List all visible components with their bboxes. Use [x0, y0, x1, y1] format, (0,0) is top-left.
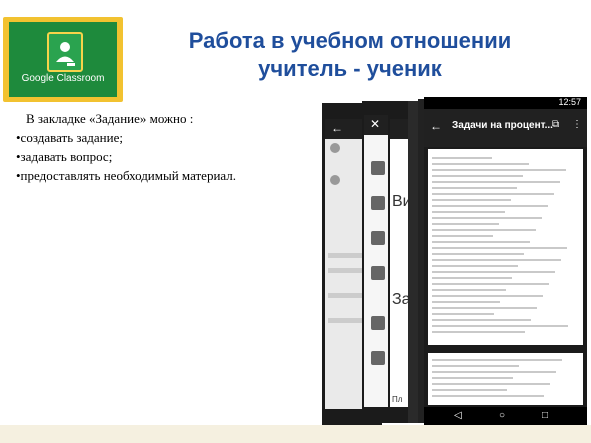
doc-line: [432, 181, 560, 183]
side-label: Пл: [392, 395, 403, 404]
doc-line: [432, 295, 543, 297]
bullet-item: •задавать вопрос;: [16, 149, 113, 164]
more-icon[interactable]: ⋮: [572, 119, 582, 130]
logo-background: Google Classroom: [9, 22, 117, 97]
doc-line: [432, 271, 555, 273]
phone-screenshot-front: 12:57 ← Задачи на процент... ⧉ ⋮ ◁ ○ □: [424, 97, 587, 425]
open-external-icon[interactable]: ⧉: [552, 119, 559, 130]
doc-line: [432, 235, 493, 237]
doc-line: [432, 277, 512, 279]
doc-line: [432, 157, 492, 159]
question-icon: [371, 196, 385, 210]
doc-line: [432, 199, 511, 201]
doc-line: [432, 289, 506, 291]
doc-line: [432, 265, 518, 267]
title-line-2: учитель - ученик: [258, 56, 442, 81]
top-band: [0, 0, 591, 16]
doc-line: [432, 211, 505, 213]
bullet-item: •создавать задание;: [16, 130, 123, 145]
topic-icon: [371, 316, 385, 330]
material-icon: [371, 231, 385, 245]
doc-line: [432, 371, 556, 373]
assignment-icon: [371, 161, 385, 175]
doc-line: [432, 205, 548, 207]
doc-line: [432, 301, 500, 303]
doc-line: [432, 377, 513, 379]
logo-text: Google Classroom: [21, 73, 105, 84]
nav-bar: ◁ ○ □: [424, 407, 587, 425]
doc-line: [432, 193, 554, 195]
doc-line: [432, 253, 524, 255]
body-heading: В закладке «Задание» можно :: [26, 111, 194, 126]
doc-line: [432, 175, 523, 177]
body-text: В закладке «Задание» можно : •создавать …: [16, 109, 236, 185]
doc-line: [432, 163, 529, 165]
app-header: ← Задачи на процент... ⧉ ⋮: [424, 109, 587, 147]
title-line-1: Работа в учебном отношении: [188, 28, 512, 53]
doc-line: [432, 283, 549, 285]
doc-line: [432, 313, 494, 315]
reuse-icon: [371, 266, 385, 280]
recents-nav-icon[interactable]: □: [542, 410, 548, 421]
bullet-item: •предоставлять необходимый материал.: [16, 168, 237, 183]
status-bar: 12:57: [424, 97, 587, 109]
slide-title: Работа в учебном отношении учитель - уче…: [150, 27, 550, 83]
doc-line: [432, 359, 562, 361]
classroom-icon: [47, 32, 83, 72]
doc-line: [432, 247, 567, 249]
doc-line: [432, 383, 550, 385]
doc-line: [432, 331, 525, 333]
doc-line: [432, 229, 536, 231]
phone-screenshots: ← ✕ Вид Зад Пл 12:57 ← Задачи на процент…: [322, 97, 587, 425]
doc-line: [432, 389, 507, 391]
status-time: 12:57: [558, 97, 581, 107]
doc-line: [432, 319, 531, 321]
home-nav-icon[interactable]: ○: [499, 410, 505, 421]
doc-line: [432, 217, 542, 219]
doc-line: [432, 325, 568, 327]
post-icon: [371, 351, 385, 365]
doc-line: [432, 365, 519, 367]
doc-line: [432, 395, 544, 397]
bottom-band: [0, 425, 591, 443]
doc-line: [432, 187, 517, 189]
doc-line: [432, 307, 537, 309]
doc-line: [432, 169, 566, 171]
back-nav-icon[interactable]: ◁: [454, 410, 462, 421]
doc-line: [432, 223, 499, 225]
google-classroom-logo: Google Classroom: [3, 17, 123, 102]
back-arrow-icon[interactable]: ←: [430, 119, 442, 133]
doc-line: [432, 241, 530, 243]
doc-line: [432, 259, 561, 261]
task-title: Задачи на процент...: [452, 120, 553, 131]
